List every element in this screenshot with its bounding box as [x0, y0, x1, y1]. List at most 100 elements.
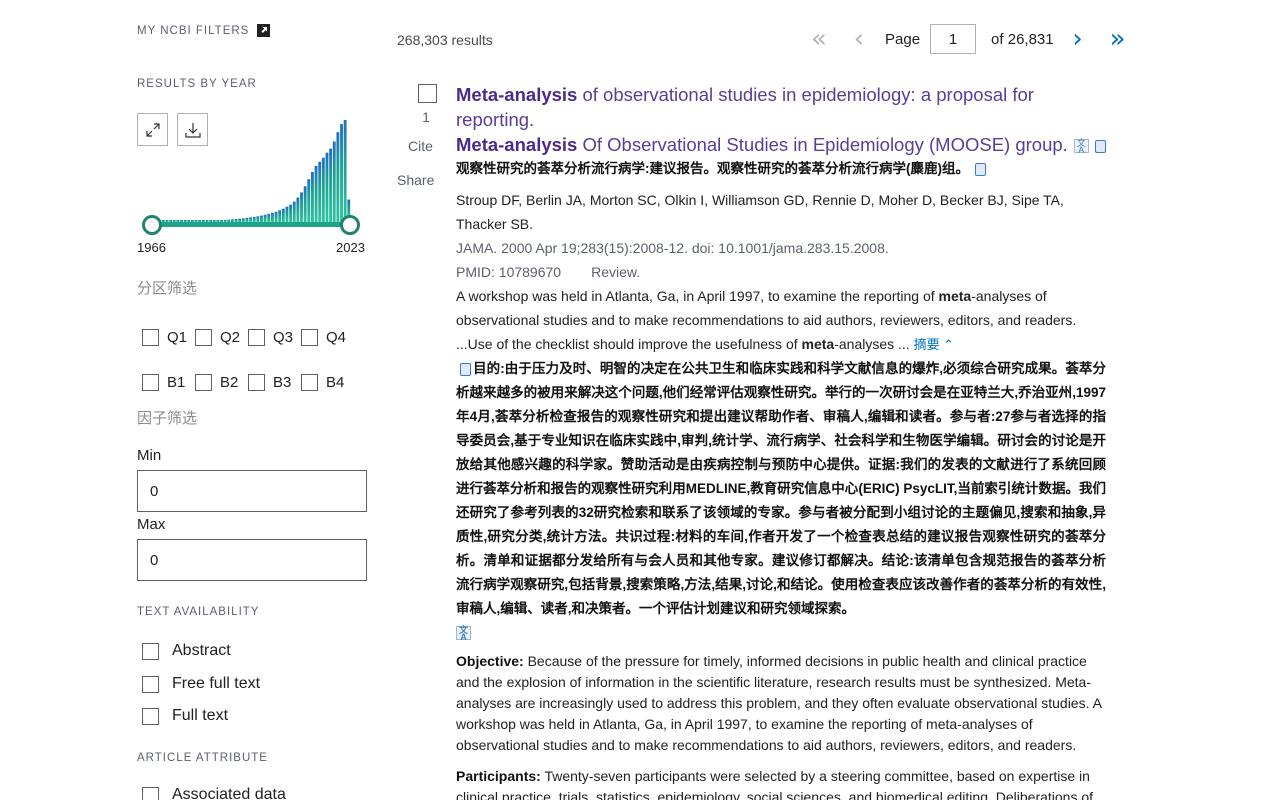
histogram-bar[interactable] — [304, 186, 307, 222]
title-highlight: Meta-analysis — [456, 84, 577, 105]
factor-filter-heading: 因子筛选 — [137, 407, 197, 428]
filter-q1[interactable]: Q1 — [142, 329, 195, 346]
checkbox[interactable] — [248, 329, 265, 346]
histogram-bar[interactable] — [267, 214, 270, 222]
abstract-section-label: Participants: — [456, 768, 541, 784]
filter-label: Q2 — [220, 329, 240, 346]
article-citation: JAMA. 2000 Apr 19;283(15):2008-12. doi: … — [456, 236, 1106, 260]
histogram-bar[interactable] — [326, 153, 329, 222]
histogram-bar[interactable] — [315, 166, 318, 222]
checkbox[interactable] — [142, 374, 159, 391]
next-page-icon[interactable]: › — [1064, 25, 1092, 53]
article-authors: Stroup DF, Berlin JA, Morton SC, Olkin I… — [456, 188, 1106, 236]
year-start-label: 1966 — [137, 240, 166, 255]
filter-b3[interactable]: B3 — [248, 374, 301, 391]
copy-icon[interactable] — [460, 363, 471, 376]
histogram-bar[interactable] — [293, 202, 296, 222]
first-page-icon[interactable]: « — [805, 25, 833, 53]
snippet-highlight: meta — [939, 288, 972, 304]
histogram-bar[interactable] — [296, 198, 299, 222]
results-by-year-histogram[interactable] — [151, 118, 351, 226]
checkbox[interactable] — [195, 329, 212, 346]
filter-free-full-text[interactable]: Free full text — [142, 675, 260, 693]
filter-q4[interactable]: Q4 — [301, 329, 354, 346]
histogram-bar[interactable] — [333, 141, 336, 222]
snippet-text: ...Use of the checklist should improve t… — [456, 336, 802, 352]
histogram-bar[interactable] — [286, 207, 289, 222]
histogram-bar[interactable] — [311, 172, 314, 222]
copy-icon[interactable] — [975, 163, 986, 176]
checkbox[interactable] — [142, 787, 159, 800]
filter-label: Full text — [172, 707, 228, 725]
results-count: 268,303 results — [397, 32, 493, 48]
year-end-handle[interactable] — [340, 215, 360, 235]
histogram-bar[interactable] — [289, 205, 292, 222]
article-title-link[interactable]: Meta-analysis of observational studies i… — [456, 82, 1106, 157]
article-select-checkbox[interactable] — [418, 84, 437, 103]
cite-button[interactable]: Cite — [408, 138, 433, 154]
checkbox[interactable] — [142, 676, 159, 693]
my-ncbi-filters-link[interactable]: MY NCBI FILTERS — [137, 24, 270, 37]
histogram-bar[interactable] — [318, 162, 321, 222]
abstract-participants: Participants: Twenty-seven participants … — [456, 766, 1106, 800]
histogram-bar[interactable] — [282, 209, 285, 222]
checkbox[interactable] — [301, 374, 318, 391]
snippet-text: -analyses ... — [834, 336, 913, 352]
filter-label: B2 — [220, 374, 238, 391]
abstract-toggle[interactable]: 摘要 ⌃ — [914, 337, 955, 352]
publication-type: Review. — [591, 264, 640, 280]
article-number: 1 — [418, 109, 434, 125]
year-start-handle[interactable] — [142, 215, 162, 235]
histogram-bar[interactable] — [275, 212, 278, 222]
year-range-track[interactable] — [152, 222, 350, 227]
checkbox[interactable] — [248, 374, 265, 391]
external-link-icon — [257, 24, 270, 37]
filter-label: Q3 — [273, 329, 293, 346]
histogram-bar[interactable] — [340, 124, 343, 222]
text-availability-heading: TEXT AVAILABILITY — [137, 606, 259, 618]
histogram-bar[interactable] — [344, 120, 347, 222]
checkbox[interactable] — [142, 329, 159, 346]
translate-icon[interactable]: 文A — [1074, 139, 1089, 153]
min-input[interactable] — [137, 470, 367, 512]
share-button[interactable]: Share — [397, 172, 434, 188]
histogram-bar[interactable] — [307, 179, 310, 222]
histogram-bar[interactable] — [271, 213, 274, 222]
filter-label: Q1 — [167, 329, 187, 346]
search-result-article: Meta-analysis of observational studies i… — [456, 82, 1106, 800]
checkbox[interactable] — [142, 643, 159, 660]
previous-page-icon[interactable]: ‹ — [845, 25, 873, 53]
histogram-bar[interactable] — [278, 210, 281, 222]
filter-q2[interactable]: Q2 — [195, 329, 248, 346]
checkbox[interactable] — [301, 329, 318, 346]
filter-abstract[interactable]: Abstract — [142, 642, 231, 660]
filter-b2[interactable]: B2 — [195, 374, 248, 391]
histogram-bar[interactable] — [300, 192, 303, 222]
histogram-bar[interactable] — [329, 149, 332, 222]
filter-label: B3 — [273, 374, 291, 391]
filter-label: B4 — [326, 374, 344, 391]
max-input[interactable] — [137, 539, 367, 581]
b-zone-filter-row: B1 B2 B3 B4 — [142, 374, 354, 391]
filter-label: Q4 — [326, 329, 346, 346]
filter-b1[interactable]: B1 — [142, 374, 195, 391]
filter-label: Associated data — [172, 786, 286, 800]
checkbox[interactable] — [142, 708, 159, 725]
histogram-bar[interactable] — [322, 158, 325, 222]
filter-b4[interactable]: B4 — [301, 374, 354, 391]
article-attribute-heading: ARTICLE ATTRIBUTE — [137, 752, 268, 764]
title-text: Of Observational Studies in Epidemiology… — [577, 134, 1067, 155]
translated-title: 观察性研究的荟萃分析流行病学:建议报告。观察性研究的荟萃分析流行病学(麋鹿)组。 — [456, 157, 1106, 181]
translate-icon[interactable]: 文A — [456, 626, 471, 640]
filter-full-text[interactable]: Full text — [142, 707, 228, 725]
page-number-input[interactable] — [930, 24, 976, 54]
histogram-bar[interactable] — [336, 132, 339, 222]
filter-associated-data[interactable]: Associated data — [142, 786, 286, 800]
copy-icon[interactable] — [1095, 140, 1106, 153]
last-page-icon[interactable]: » — [1104, 25, 1132, 53]
page-label: Page — [885, 31, 920, 48]
article-pmid-row: PMID: 10789670Review. — [456, 260, 1106, 284]
filter-q3[interactable]: Q3 — [248, 329, 301, 346]
histogram-bar[interactable] — [264, 215, 267, 222]
checkbox[interactable] — [195, 374, 212, 391]
